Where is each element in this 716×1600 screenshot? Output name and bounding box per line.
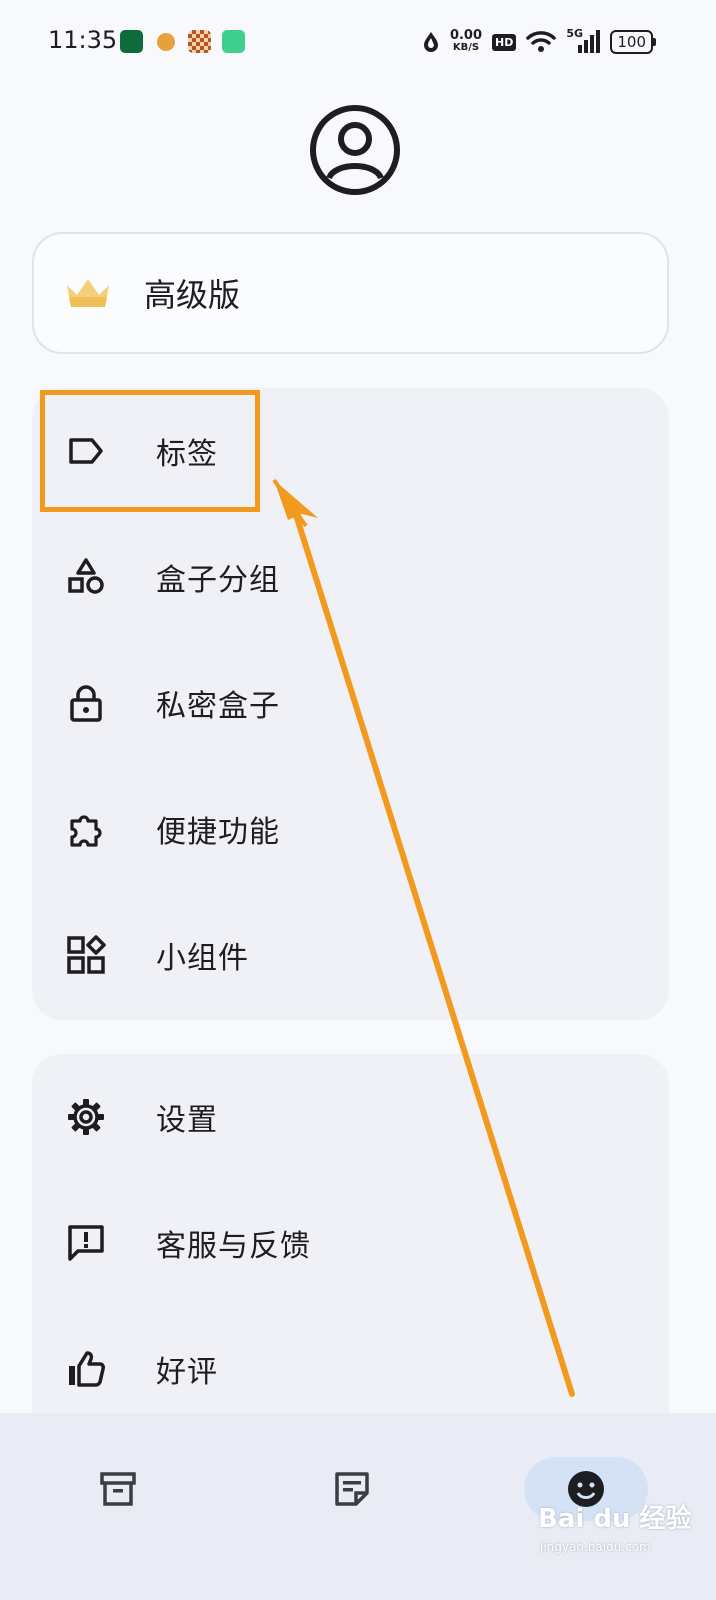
status-bar: 11:35 0.00 KB/S HD 5G 100 (0, 0, 716, 84)
shapes-icon (68, 558, 104, 594)
note-icon (335, 1472, 369, 1506)
net-speed-unit: KB/S (452, 42, 480, 53)
archive-icon (100, 1472, 136, 1506)
menu-item-feedback[interactable]: 客服与反馈 (32, 1180, 669, 1306)
network-speed: 0.00 KB/S (449, 28, 483, 54)
nav-archive[interactable] (78, 1457, 158, 1521)
annotation-highlight-box (40, 390, 260, 512)
checker-app-icon (188, 30, 211, 53)
menu-item-settings[interactable]: 设置 (32, 1054, 669, 1180)
net-speed-value: 0.00 (449, 28, 483, 43)
widgets-icon (67, 935, 106, 974)
crown-icon (67, 279, 109, 307)
menu-item-label: 盒子分组 (156, 563, 280, 598)
status-time: 11:35 (48, 26, 118, 54)
battery-indicator: 100 (610, 30, 656, 54)
cell-signal: 5G (566, 27, 601, 55)
menu-item-private-box[interactable]: 私密盒子 (32, 640, 669, 766)
premium-card[interactable]: 高级版 (32, 232, 669, 354)
battery-tip (653, 38, 656, 46)
coin-app-icon (157, 33, 175, 51)
watermark-brand: Bai du 经验 (538, 1504, 692, 1534)
thumbs-up-icon (69, 1351, 105, 1387)
signal-bars-icon (578, 30, 601, 53)
menu-item-label: 私密盒子 (156, 689, 280, 724)
battery-level: 100 (610, 30, 653, 54)
menu-item-label: 小组件 (156, 941, 249, 976)
lock-icon (70, 685, 102, 722)
nav-notes[interactable] (312, 1457, 392, 1521)
battery-app-icon (222, 30, 245, 53)
user-avatar-icon[interactable] (309, 104, 401, 196)
drop-icon (423, 32, 438, 52)
puzzle-icon (70, 815, 102, 847)
gear-icon (68, 1099, 104, 1135)
feedback-icon (68, 1225, 104, 1261)
menu-item-label: 好评 (156, 1355, 218, 1390)
menu-group-general: 设置 客服与反馈 好评 (32, 1054, 669, 1414)
menu-item-quick-functions[interactable]: 便捷功能 (32, 766, 669, 892)
menu-item-label: 客服与反馈 (156, 1229, 311, 1264)
menu-item-label: 便捷功能 (156, 815, 280, 850)
hd-badge: HD (492, 33, 517, 51)
menu-item-box-groups[interactable]: 盒子分组 (32, 514, 669, 640)
premium-label: 高级版 (144, 276, 241, 314)
wifi-icon (526, 31, 557, 52)
watermark-url: jingyan.baidu.com (540, 1540, 651, 1554)
menu-item-label: 设置 (156, 1103, 218, 1138)
oppo-app-icon (120, 30, 143, 53)
menu-item-widgets[interactable]: 小组件 (32, 892, 669, 1018)
